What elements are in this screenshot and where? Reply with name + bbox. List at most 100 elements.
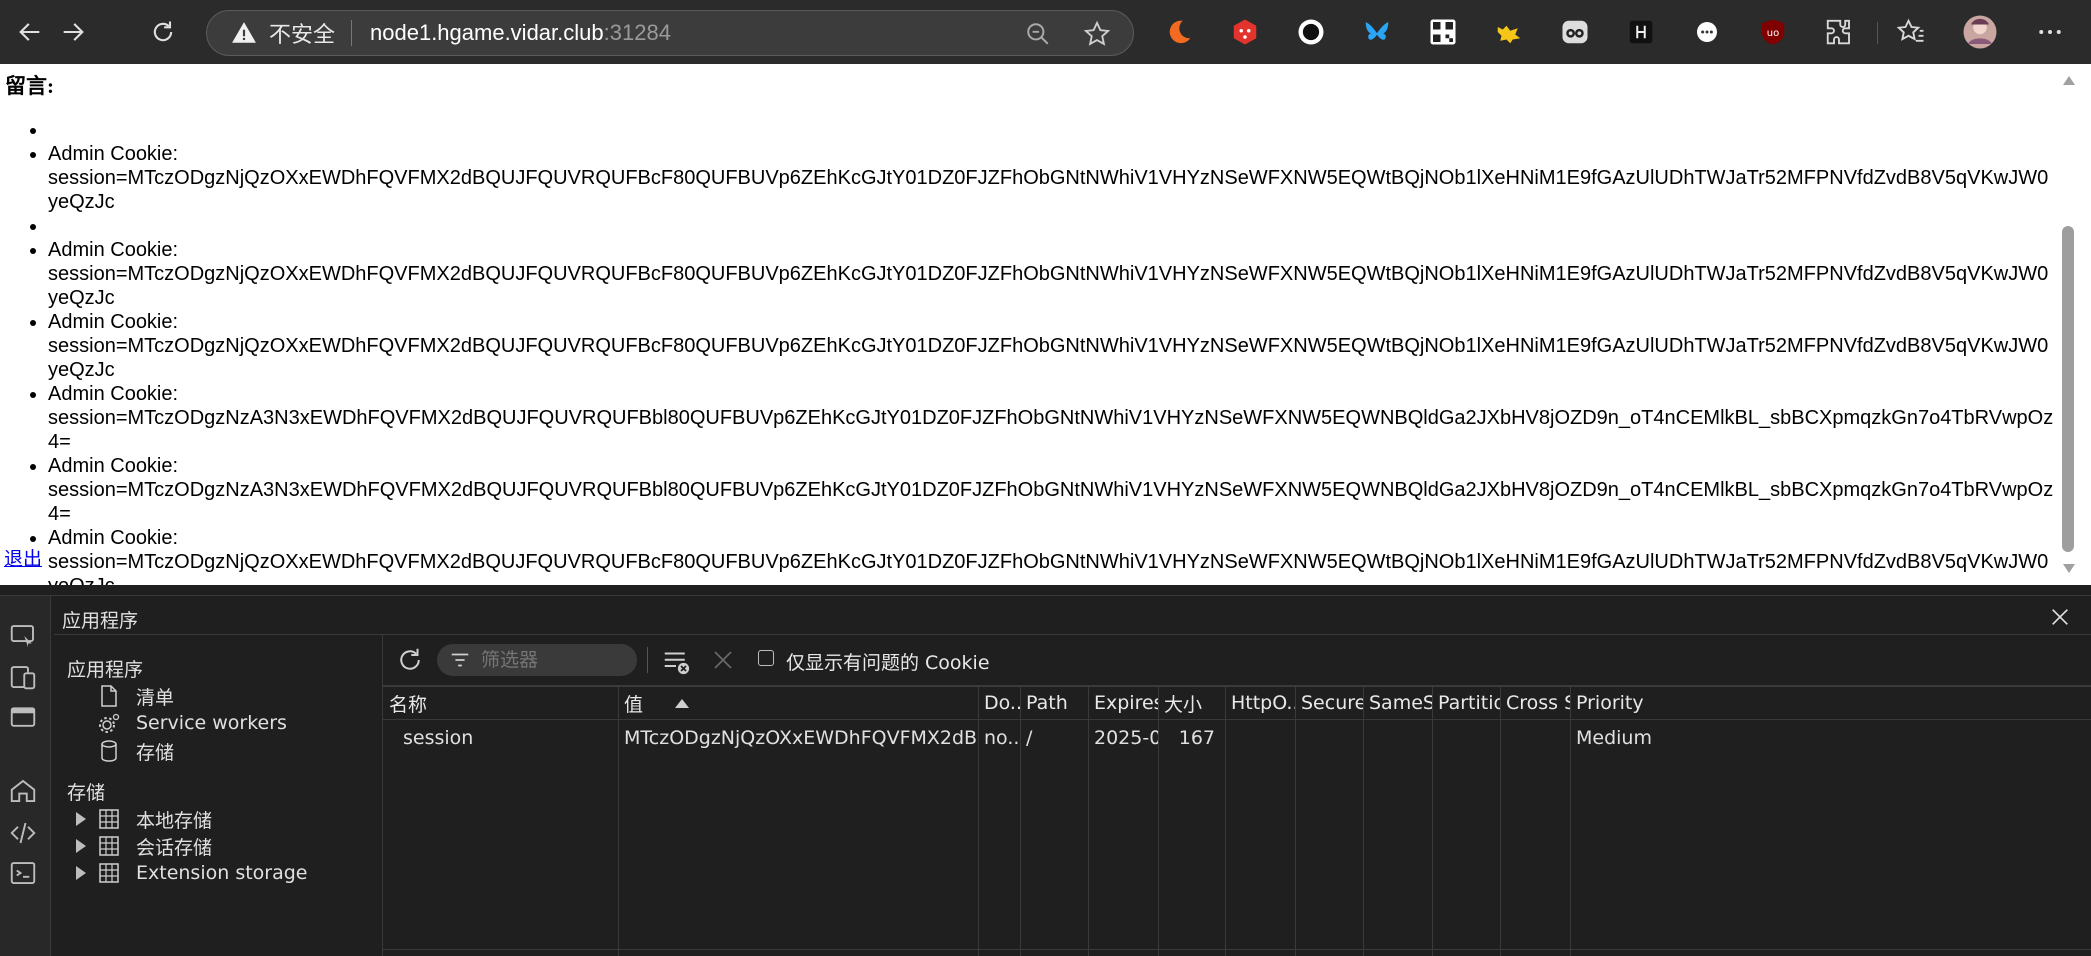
warning-icon[interactable] <box>231 20 257 46</box>
clear-all-icon[interactable] <box>661 646 691 676</box>
gear-icon <box>99 713 120 733</box>
expand-local-storage[interactable] <box>76 812 86 826</box>
ublock-icon: uo <box>1761 19 1785 45</box>
expand-session-storage[interactable] <box>76 839 86 853</box>
message-item: Admin Cookie: session=MTczODgzNzA3N3xEWD… <box>48 382 2058 454</box>
issues-only-checkbox[interactable] <box>758 650 774 666</box>
home-icon[interactable] <box>8 776 38 806</box>
devtools-header: 应用程序 <box>54 596 2091 635</box>
filter-icon <box>451 653 469 667</box>
delete-icon[interactable] <box>711 648 735 672</box>
message-item: Admin Cookie: session=MTczODgzNjQzOXxEWD… <box>48 142 2058 214</box>
address-bar[interactable]: 不安全 node1.hgame.vidar.club:31284 <box>206 10 1134 56</box>
filter-field[interactable] <box>437 644 637 676</box>
logout-link[interactable]: 退出 <box>4 544 42 571</box>
sort-ascending-icon[interactable] <box>675 699 689 708</box>
devtools-activity-bar <box>0 596 51 956</box>
column-header[interactable]: 大小 <box>1158 686 1225 720</box>
file-icon <box>101 685 117 707</box>
table-cell[interactable] <box>1225 721 1295 755</box>
extension-chat[interactable] <box>1692 17 1722 47</box>
url-host[interactable]: node1.hgame.vidar.club <box>370 20 604 46</box>
sidebar-section-application: 应用程序 <box>67 659 144 681</box>
cookie-table: 名称值Do...PathExpires...大小HttpO...SecureSa… <box>383 686 2091 956</box>
column-header[interactable]: Path <box>1020 686 1088 720</box>
favorite-star-icon[interactable] <box>1083 20 1111 48</box>
table-cell[interactable]: 2025-0... <box>1088 721 1158 755</box>
close-icon[interactable] <box>2049 606 2071 628</box>
favorites-button[interactable] <box>1896 17 1926 47</box>
sidebar-item-storage[interactable]: 存储 <box>96 736 174 766</box>
table-cell[interactable]: Medium <box>1570 721 1653 755</box>
column-header[interactable]: Secure <box>1295 686 1363 720</box>
sidebar-item-extension-storage[interactable]: Extension storage <box>96 858 308 888</box>
extension-h[interactable] <box>1626 17 1656 47</box>
table-cell[interactable]: 167 <box>1158 721 1225 755</box>
table-cell[interactable] <box>1432 721 1500 755</box>
toolbar-separator <box>647 647 648 673</box>
column-header[interactable]: Cross S... <box>1500 686 1570 720</box>
column-header[interactable]: HttpO... <box>1225 686 1295 720</box>
page-scroll-thumb[interactable] <box>2062 226 2074 552</box>
column-header[interactable]: Priority <box>1570 686 1653 720</box>
issues-only-label[interactable]: 仅显示有问题的 Cookie <box>786 648 990 675</box>
message-item <box>48 118 2058 142</box>
security-label[interactable]: 不安全 <box>269 17 335 49</box>
page-viewport: 留言: Admin Cookie: session=MTczODgzNjQzOX… <box>0 64 2058 585</box>
extension-moon[interactable] <box>1164 17 1194 47</box>
expand-extension-storage[interactable] <box>76 866 86 880</box>
extension-owl[interactable] <box>1560 17 1590 47</box>
forward-button[interactable] <box>55 14 91 50</box>
filter-input[interactable] <box>479 648 633 672</box>
refresh-icon[interactable] <box>395 645 425 675</box>
profile-avatar[interactable] <box>1962 14 1998 50</box>
elements-icon[interactable] <box>8 818 38 848</box>
extension-qr[interactable] <box>1428 17 1458 47</box>
message-item: Admin Cookie: session=MTczODgzNjQzOXxEWD… <box>48 310 2058 382</box>
table-cell[interactable]: no... <box>978 721 1020 755</box>
sidebar-item-local-storage[interactable]: 本地存储 <box>96 804 212 834</box>
table-cell[interactable] <box>1500 721 1570 755</box>
extension-dice[interactable] <box>1230 17 1260 47</box>
window-icon[interactable] <box>8 702 38 732</box>
extension-ublock[interactable]: uo <box>1758 17 1788 47</box>
table-cell[interactable]: MTczODgzNjQzOXxEWDhFQVFMX2dBQUJFQUVRQ... <box>618 721 978 755</box>
sidebar-item-manifest[interactable]: 清单 <box>96 681 174 711</box>
console-icon[interactable] <box>8 858 38 888</box>
column-header[interactable]: Partitio... <box>1432 686 1500 720</box>
table-cell[interactable] <box>1295 721 1363 755</box>
extension-circle[interactable] <box>1296 17 1326 47</box>
devtools-panel: 应用程序 应用程序 清单 Service workers 存储 存储 本地存储 … <box>0 585 2091 956</box>
table-icon <box>99 809 119 829</box>
extension-bluesky[interactable] <box>1362 17 1392 47</box>
extension-cat[interactable] <box>1494 17 1524 47</box>
table-cell[interactable]: session <box>383 721 618 755</box>
url-port[interactable]: :31284 <box>604 20 671 46</box>
zoom-out-icon[interactable] <box>1025 21 1051 47</box>
scroll-down-arrow[interactable] <box>2063 564 2075 573</box>
h-icon <box>1629 20 1653 44</box>
sidebar-item-service-workers[interactable]: Service workers <box>96 708 287 738</box>
owl-icon <box>1562 20 1588 44</box>
scroll-up-arrow[interactable] <box>2063 76 2075 85</box>
device-emulation-icon[interactable] <box>8 662 38 692</box>
more-button[interactable] <box>2035 17 2065 47</box>
column-header[interactable]: 名称 <box>383 686 618 720</box>
back-button[interactable] <box>12 14 48 50</box>
cookie-toolbar: 仅显示有问题的 Cookie <box>383 635 2091 686</box>
column-header[interactable]: Do... <box>978 686 1020 720</box>
table-cell[interactable] <box>1363 721 1432 755</box>
table-cell[interactable]: / <box>1020 721 1088 755</box>
svg-text:uo: uo <box>1767 28 1779 39</box>
qr-icon <box>1430 19 1456 45</box>
column-header[interactable]: SameSi... <box>1363 686 1432 720</box>
message-item <box>48 214 2058 238</box>
inspect-icon[interactable] <box>8 621 38 651</box>
message-item: Admin Cookie: session=MTczODgzNzA3N3xEWD… <box>48 454 2058 526</box>
column-header[interactable]: 值 <box>618 686 978 720</box>
message-list: Admin Cookie: session=MTczODgzNjQzOXxEWD… <box>0 118 2058 585</box>
reload-button[interactable] <box>145 14 181 50</box>
sidebar-item-session-storage[interactable]: 会话存储 <box>96 831 212 861</box>
extensions-button[interactable] <box>1824 17 1854 47</box>
column-header[interactable]: Expires... <box>1088 686 1158 720</box>
